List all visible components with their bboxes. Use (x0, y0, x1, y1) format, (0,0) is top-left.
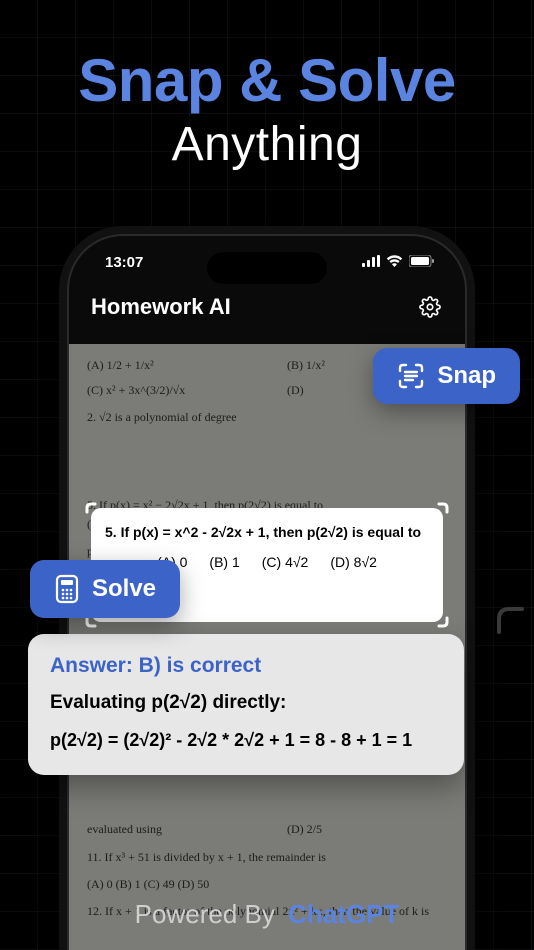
ws-text: (A) 1/2 + 1/x² (87, 356, 247, 375)
ws-text: (D) 2/5 (287, 820, 447, 839)
phone-notch (207, 252, 327, 284)
solve-badge: Solve (30, 560, 180, 618)
cellular-icon (362, 254, 380, 271)
ws-text: evaluated using (87, 820, 247, 839)
crop-corner-icon (85, 502, 107, 524)
capture-question: 5. If p(x) = x^2 - 2√2x + 1, then p(2√2)… (105, 524, 429, 540)
ws-text: (C) x² + 3x^(3/2)/√x (87, 381, 247, 400)
footer-pre: Powered By (135, 899, 275, 929)
ws-text: (A) 0 (B) 1 (C) 49 (D) 50 (87, 875, 447, 894)
ws-text: 2. √2 is a polynomial of degree (87, 408, 447, 427)
app-header: Homework AI (69, 288, 465, 334)
hero: Snap & Solve Anything (0, 0, 534, 172)
solve-badge-label: Solve (92, 575, 156, 603)
ws-text: 11. If x³ + 51 is divided by x + 1, the … (87, 848, 447, 867)
wifi-icon (386, 254, 403, 271)
answer-subtitle: Evaluating p(2√2) directly: (50, 692, 442, 714)
capture-option: (B) 1 (209, 554, 239, 570)
hero-title: Snap & Solve (0, 46, 534, 115)
crop-corner-icon (494, 604, 534, 654)
scan-icon (397, 362, 425, 390)
capture-option: (D) 8√2 (330, 554, 377, 570)
answer-title: Answer: B) is correct (50, 654, 442, 678)
hero-subtitle: Anything (0, 117, 534, 172)
answer-equation: p(2√2) = (2√2)² - 2√2 * 2√2 + 1 = 8 - 8 … (50, 728, 442, 753)
footer: Powered By ChatGPT (0, 899, 534, 930)
snap-badge-label: Snap (437, 362, 496, 390)
settings-button[interactable] (417, 294, 443, 320)
snap-badge: Snap (373, 348, 520, 404)
footer-brand: ChatGPT (288, 899, 399, 929)
calculator-icon (54, 574, 80, 604)
battery-icon (409, 254, 435, 271)
crop-corner-icon (427, 606, 449, 628)
app-title: Homework AI (91, 294, 231, 320)
status-time: 13:07 (105, 254, 143, 271)
capture-option: (C) 4√2 (262, 554, 309, 570)
gear-icon (419, 296, 441, 318)
crop-corner-icon (427, 502, 449, 524)
answer-card: Answer: B) is correct Evaluating p(2√2) … (28, 634, 464, 775)
